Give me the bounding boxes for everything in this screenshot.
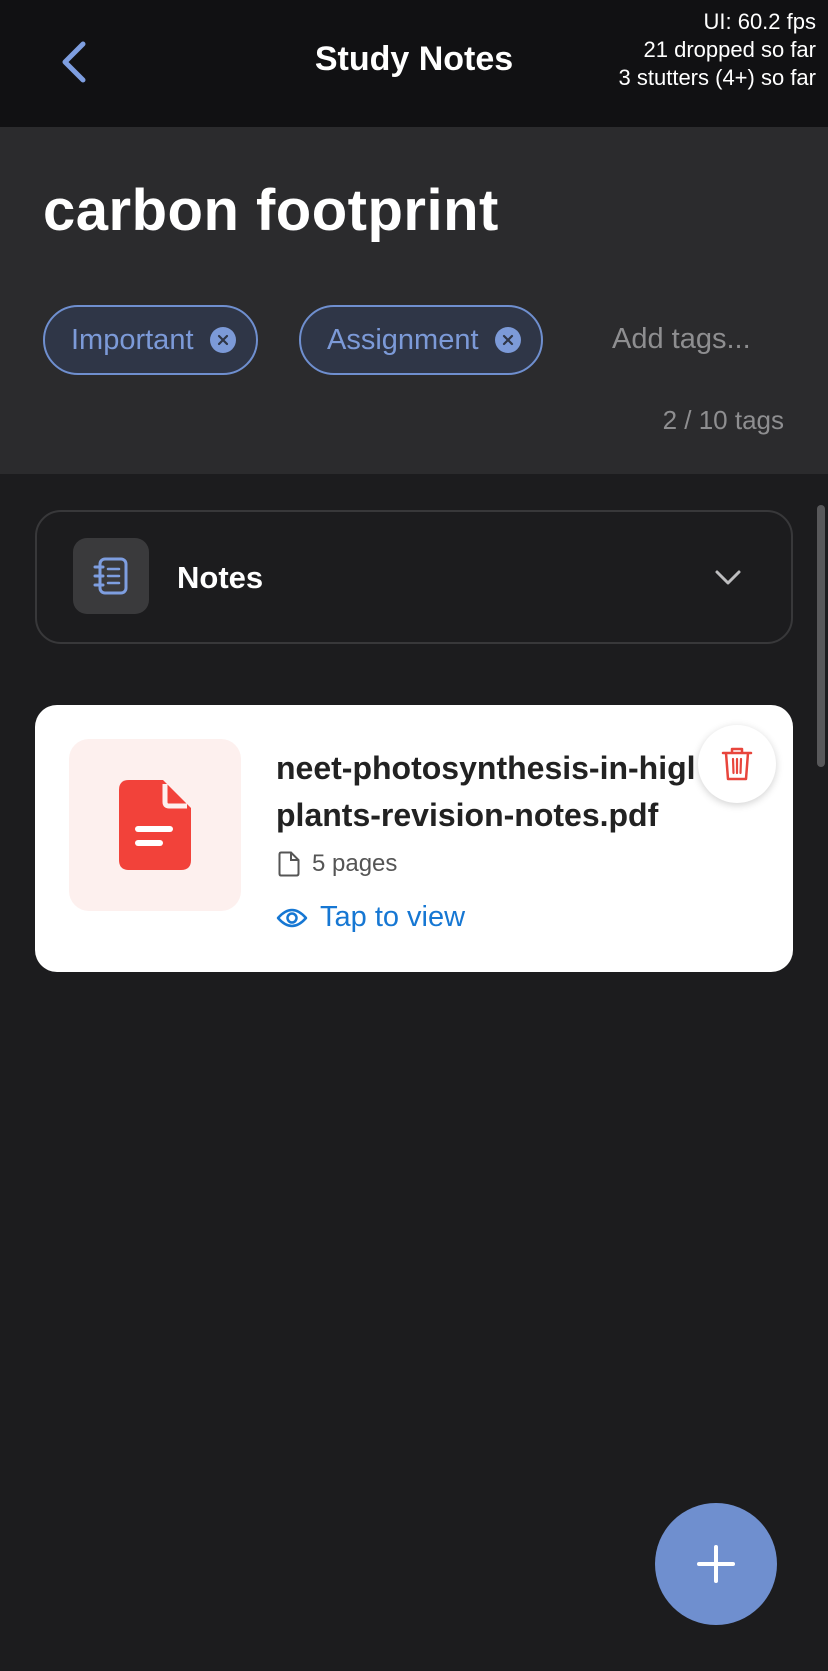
remove-tag-button[interactable] xyxy=(494,327,521,353)
remove-tag-button[interactable] xyxy=(209,327,236,353)
trash-icon xyxy=(721,747,753,781)
stutters-readout: 3 stutters (4+) so far xyxy=(618,65,816,90)
section-label: Notes xyxy=(177,560,264,595)
dropped-frames-readout: 21 dropped so far xyxy=(643,37,816,62)
pdf-document-icon xyxy=(119,780,191,870)
eye-icon xyxy=(276,908,308,927)
tag-count: 2 / 10 tags xyxy=(662,405,784,435)
performance-overlay: UI: 60.2 fps 21 dropped so far 3 stutter… xyxy=(619,8,816,92)
tag-label: Assignment xyxy=(327,323,479,356)
app-root: Study Notes UI: 60.2 fps 21 dropped so f… xyxy=(0,0,828,1671)
tag-chip-assignment: Assignment xyxy=(299,305,543,375)
tap-to-view-link[interactable]: Tap to view xyxy=(276,901,465,934)
note-header-section: carbon footprint Important Assignment 2 … xyxy=(0,127,828,474)
tag-chip-important: Important xyxy=(43,305,258,375)
add-tags-input[interactable] xyxy=(612,323,812,356)
page-count-label: 5 pages xyxy=(312,850,398,877)
file-name: neet-photosynthesis-in-higl plants-revis… xyxy=(276,745,706,839)
tag-label: Important xyxy=(71,323,194,356)
file-name-line-1: neet-photosynthesis-in-higl xyxy=(276,750,696,786)
page-icon xyxy=(278,851,300,877)
file-thumbnail xyxy=(69,739,241,911)
file-name-line-2: plants-revision-notes.pdf xyxy=(276,797,659,833)
note-title[interactable]: carbon footprint xyxy=(43,177,499,244)
file-page-count: 5 pages xyxy=(278,850,397,878)
top-app-bar: Study Notes UI: 60.2 fps 21 dropped so f… xyxy=(0,0,828,127)
delete-file-button[interactable] xyxy=(698,725,776,803)
chevron-down-icon xyxy=(715,570,741,585)
close-icon xyxy=(502,334,513,346)
tap-to-view-label: Tap to view xyxy=(320,901,466,933)
add-item-fab[interactable] xyxy=(655,1503,777,1625)
file-card[interactable]: neet-photosynthesis-in-higl plants-revis… xyxy=(35,705,793,972)
section-icon-container xyxy=(73,538,149,614)
notebook-icon xyxy=(93,557,128,595)
plus-icon xyxy=(697,1545,735,1583)
scrollbar[interactable] xyxy=(817,505,825,767)
close-icon xyxy=(217,334,228,346)
notes-section-toggle[interactable]: Notes xyxy=(35,510,793,644)
fps-readout: UI: 60.2 fps xyxy=(703,9,816,34)
